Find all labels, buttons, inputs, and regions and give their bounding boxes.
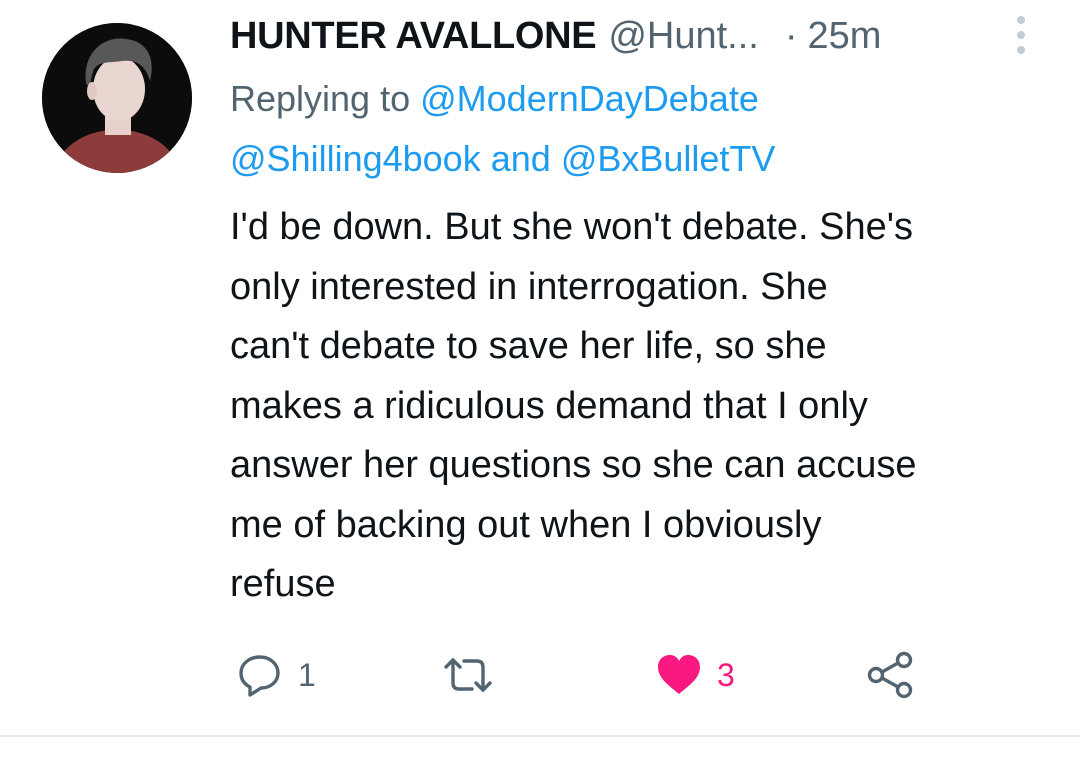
heart-filled-icon [658, 655, 700, 694]
replying-to-line: Replying to @ModernDayDebate [230, 70, 759, 128]
tweet-text-line: can't debate to save her life, so she [230, 325, 827, 367]
tweet-timestamp[interactable]: 25m [808, 15, 882, 58]
like-count: 3 [717, 656, 735, 693]
mention-joiner: and [490, 138, 551, 179]
share-icon [867, 651, 913, 699]
tweet-divider [0, 735, 1080, 737]
tweet-text-line: only interested in interrogation. She [230, 265, 828, 308]
like-button[interactable]: 3 [655, 640, 735, 710]
share-button[interactable] [866, 640, 916, 710]
avatar-image [42, 23, 192, 173]
author-avatar[interactable] [42, 23, 192, 173]
reply-count: 1 [298, 656, 316, 693]
mention-link[interactable]: @Shilling4book [230, 138, 481, 179]
author-display-name[interactable]: HUNTER AVALLONE [230, 15, 597, 58]
tweet-header: HUNTER AVALLONE @Hunt... · 25m [230, 10, 1050, 62]
reply-button[interactable]: 1 [236, 640, 316, 710]
tweet-text-line: me of backing out when I obviously [230, 503, 822, 546]
reply-bubble-icon [239, 655, 280, 697]
mention-link[interactable]: @BxBulletTV [561, 138, 776, 179]
author-handle[interactable]: @Hunt... [608, 15, 759, 58]
tweet-text-line: answer her questions so she can accuse [230, 444, 917, 486]
retweet-icon [444, 658, 492, 692]
tweet-text: I'd be down. But she won't debate. She's… [230, 198, 1060, 615]
replying-to-line-2: @Shilling4book and @BxBulletTV [230, 130, 775, 188]
mention-link[interactable]: @ModernDayDebate [420, 78, 759, 119]
tweet-action-bar: 1 3 [0, 640, 1080, 710]
replying-to-prefix: Replying to [230, 78, 411, 119]
separator-dot: · [784, 14, 798, 57]
tweet-text-line: refuse [230, 563, 336, 605]
tweet-text-line: I'd be down. But she won't debate. She's [230, 206, 913, 248]
retweet-button[interactable] [440, 640, 510, 710]
tweet-card[interactable]: HUNTER AVALLONE @Hunt... · 25m Replying … [0, 0, 1080, 735]
more-vertical-icon[interactable] [1010, 14, 1032, 56]
tweet-text-line: makes a ridiculous demand that I only [230, 384, 868, 427]
